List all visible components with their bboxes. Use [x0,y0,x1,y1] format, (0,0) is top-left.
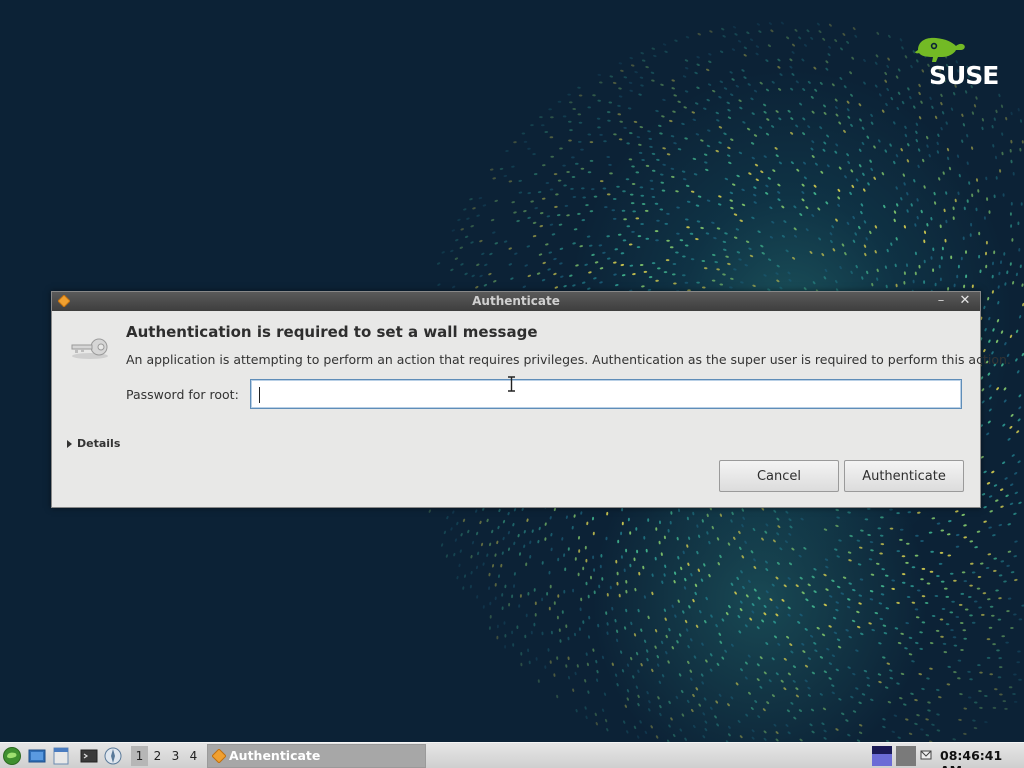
browser-icon[interactable] [104,747,122,765]
task-label: Authenticate [229,748,321,763]
authenticate-dialog: Authenticate – ✕ Authentication is requi… [51,291,1011,508]
details-label: Details [77,437,121,450]
dialog-titlebar[interactable]: Authenticate – ✕ [52,292,980,311]
desktop-pager-inactive[interactable] [896,746,916,766]
dialog-description: An application is attempting to perform … [126,352,1011,367]
text-caret [259,387,260,403]
authenticate-button[interactable]: Authenticate [844,460,964,492]
mouse-ibeam-cursor-icon [508,376,515,392]
desktop-icon[interactable] [28,747,46,765]
dialog-title: Authenticate [472,294,560,308]
expand-arrow-icon [67,440,72,448]
minimize-button[interactable]: – [933,293,949,309]
details-expander[interactable]: Details [67,437,120,450]
tray-icon[interactable] [920,749,932,761]
dialog-heading: Authentication is required to set a wall… [126,323,538,341]
workspace-4[interactable]: 4 [185,746,202,766]
file-manager-icon[interactable] [52,747,70,765]
start-menu-icon[interactable] [3,747,21,765]
workspace-3[interactable]: 3 [167,746,184,766]
terminal-icon[interactable] [80,747,98,765]
desktop-pager-active[interactable] [872,746,892,766]
suse-logo: SUSE [912,36,999,90]
key-icon [71,338,108,359]
cancel-button[interactable]: Cancel [719,460,839,492]
taskbar-task-authenticate[interactable]: Authenticate [207,744,426,768]
password-input[interactable] [250,379,962,409]
workspace-2[interactable]: 2 [149,746,166,766]
workspace-1[interactable]: 1 [131,746,148,766]
password-label: Password for root: [126,387,239,402]
clock[interactable]: 08:46:41 AM [940,748,1024,768]
close-button[interactable]: ✕ [957,293,973,309]
authenticate-app-icon [212,749,226,763]
suse-logo-text: SUSE [929,61,999,90]
taskbar: 1 2 3 4 Authenticate 08:46:41 AM [0,742,1024,768]
